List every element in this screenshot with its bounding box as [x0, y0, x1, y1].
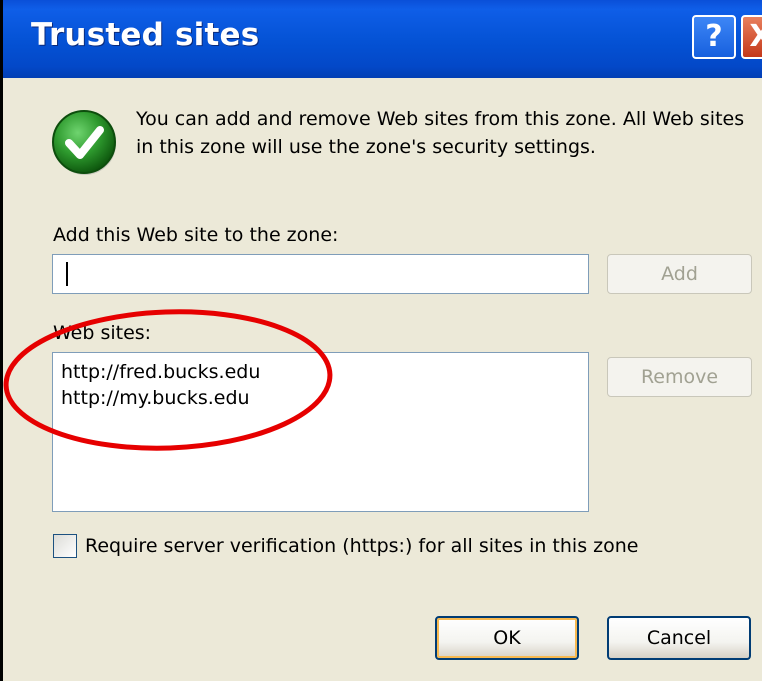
add-site-label: Add this Web site to the zone:: [53, 224, 339, 246]
close-button[interactable]: X: [741, 15, 762, 59]
list-item[interactable]: http://fred.bucks.edu: [61, 359, 580, 385]
ok-button[interactable]: OK: [435, 616, 579, 660]
text-caret: [66, 262, 68, 286]
close-icon: X: [749, 19, 762, 54]
help-button[interactable]: ?: [692, 15, 736, 59]
add-button[interactable]: Add: [607, 254, 752, 294]
cancel-button[interactable]: Cancel: [607, 616, 751, 660]
window-title: Trusted sites: [31, 17, 260, 53]
add-site-input[interactable]: [52, 254, 589, 294]
title-bar[interactable]: Trusted sites ? X: [3, 0, 762, 78]
help-icon: ?: [705, 19, 723, 54]
remove-button[interactable]: Remove: [607, 357, 752, 397]
dialog-window: Trusted sites ? X You can add and remove…: [0, 0, 762, 681]
info-description: You can add and remove Web sites from th…: [136, 108, 745, 158]
web-sites-label: Web sites:: [53, 322, 152, 344]
green-checkmark-icon: [52, 110, 116, 175]
https-verification-label[interactable]: Require server verification (https:) for…: [85, 535, 638, 557]
web-sites-list[interactable]: http://fred.bucks.edu http://my.bucks.ed…: [52, 352, 589, 512]
https-verification-checkbox[interactable]: [53, 534, 77, 558]
list-item[interactable]: http://my.bucks.edu: [61, 385, 580, 411]
